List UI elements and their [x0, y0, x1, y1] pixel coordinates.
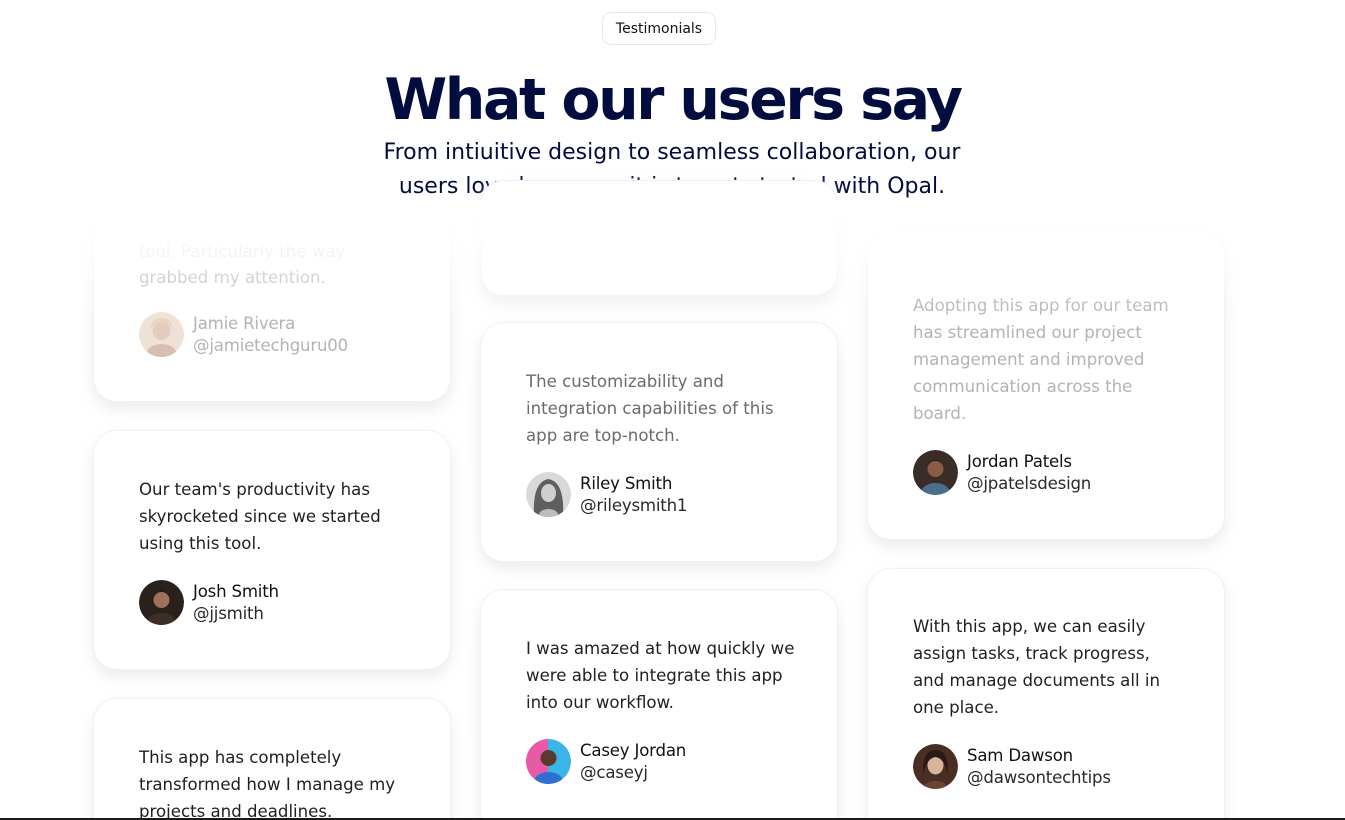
testimonial-quote-partial: tool. Particularly the way: [139, 242, 346, 261]
testimonial-card: Adopting this app for our team has strea…: [867, 230, 1225, 540]
author-name: Jordan Patels: [967, 451, 1072, 471]
author-handle: @dawsontechtips: [967, 767, 1111, 787]
testimonial-card: With this app, we can easily assign task…: [867, 568, 1225, 820]
testimonial-card: This app has completely transformed how …: [93, 698, 451, 820]
author-name: Sam Dawson: [967, 745, 1073, 765]
testimonial-author: Casey Jordan @caseyj: [526, 739, 686, 784]
testimonial-quote: Adopting this app for our team has strea…: [913, 296, 1169, 423]
testimonial-quote: With this app, we can easily assign task…: [913, 617, 1160, 717]
avatar: [139, 312, 184, 357]
testimonial-author: Jordan Patels @jpatelsdesign: [913, 450, 1091, 495]
testimonial-quote: Our team's productivity has skyrocketed …: [139, 480, 381, 553]
testimonial-author: Josh Smith @jjsmith: [139, 580, 279, 625]
testimonial-card-top: [480, 180, 838, 296]
testimonial-quote: The customizability and integration capa…: [526, 372, 774, 445]
section-title: What our users say: [384, 67, 963, 133]
author-name: Jamie Rivera: [193, 313, 296, 333]
testimonials-badge: Testimonials: [602, 12, 716, 45]
testimonial-card: The customizability and integration capa…: [480, 322, 838, 562]
avatar: [913, 744, 958, 789]
author-name: Josh Smith: [193, 581, 279, 601]
testimonial-quote: I was amazed at how quickly we were able…: [526, 639, 795, 712]
testimonial-author: Jamie Rivera @jamietechguru00: [139, 312, 348, 357]
author-handle: @rileysmith1: [580, 495, 688, 515]
avatar: [526, 472, 571, 517]
testimonial-card: tool. Particularly the way grabbed my at…: [93, 215, 451, 402]
testimonial-card: I was amazed at how quickly we were able…: [480, 589, 838, 820]
author-handle: @jamietechguru00: [193, 335, 349, 355]
testimonial-quote: grabbed my attention.: [139, 268, 326, 287]
avatar: [139, 580, 184, 625]
author-name: Casey Jordan: [580, 740, 687, 760]
author-handle: @jjsmith: [193, 603, 264, 623]
testimonial-quote: This app has completely transformed how …: [139, 748, 396, 820]
testimonial-author: Sam Dawson @dawsontechtips: [913, 744, 1111, 789]
avatar: [526, 739, 571, 784]
testimonial-card: Our team's productivity has skyrocketed …: [93, 430, 451, 670]
testimonial-author: Riley Smith @rileysmith1: [526, 472, 687, 517]
author-name: Riley Smith: [580, 473, 673, 493]
author-handle: @jpatelsdesign: [967, 473, 1092, 493]
avatar: [913, 450, 958, 495]
author-handle: @caseyj: [580, 762, 648, 782]
